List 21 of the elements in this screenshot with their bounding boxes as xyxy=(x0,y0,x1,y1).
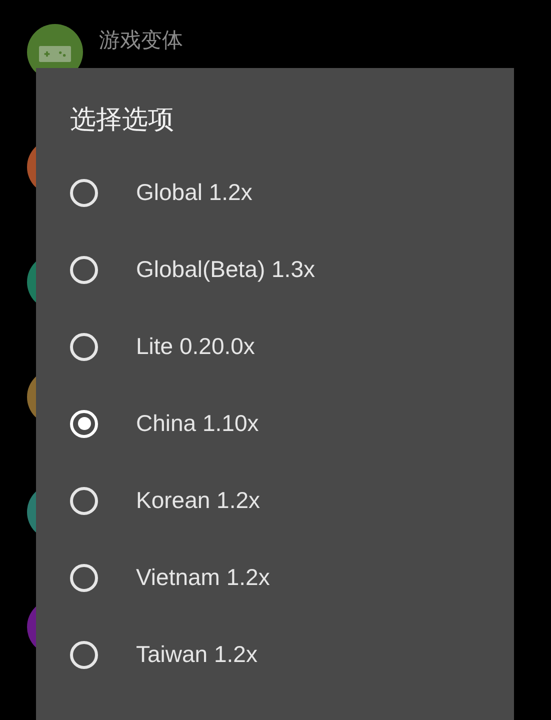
option-item[interactable]: Global 1.2x xyxy=(70,154,514,231)
option-item[interactable]: Global(Beta) 1.3x xyxy=(70,231,514,308)
option-label: Global 1.2x xyxy=(136,179,252,206)
radio-button[interactable] xyxy=(70,178,98,206)
option-item[interactable]: Lite 0.20.0x xyxy=(70,308,514,385)
option-item[interactable]: Taiwan 1.2x xyxy=(70,616,514,693)
dialog-title: 选择选项 xyxy=(70,104,175,137)
option-label: Lite 0.20.0x xyxy=(136,333,255,360)
radio-button[interactable] xyxy=(70,332,98,360)
list-item-title: 游戏变体 xyxy=(99,27,183,54)
gamepad-icon xyxy=(39,46,71,62)
option-label: Korean 1.2x xyxy=(136,487,260,514)
option-label: Vietnam 1.2x xyxy=(136,564,270,591)
option-item[interactable]: Korean 1.2x xyxy=(70,462,514,539)
option-item[interactable]: Vietnam 1.2x xyxy=(70,539,514,616)
radio-button[interactable] xyxy=(70,564,98,592)
radio-button[interactable] xyxy=(70,640,98,668)
option-label: Taiwan 1.2x xyxy=(136,641,258,668)
option-label: Global(Beta) 1.3x xyxy=(136,256,315,283)
option-item[interactable]: China 1.10x xyxy=(70,385,514,462)
option-label: China 1.10x xyxy=(136,410,259,437)
